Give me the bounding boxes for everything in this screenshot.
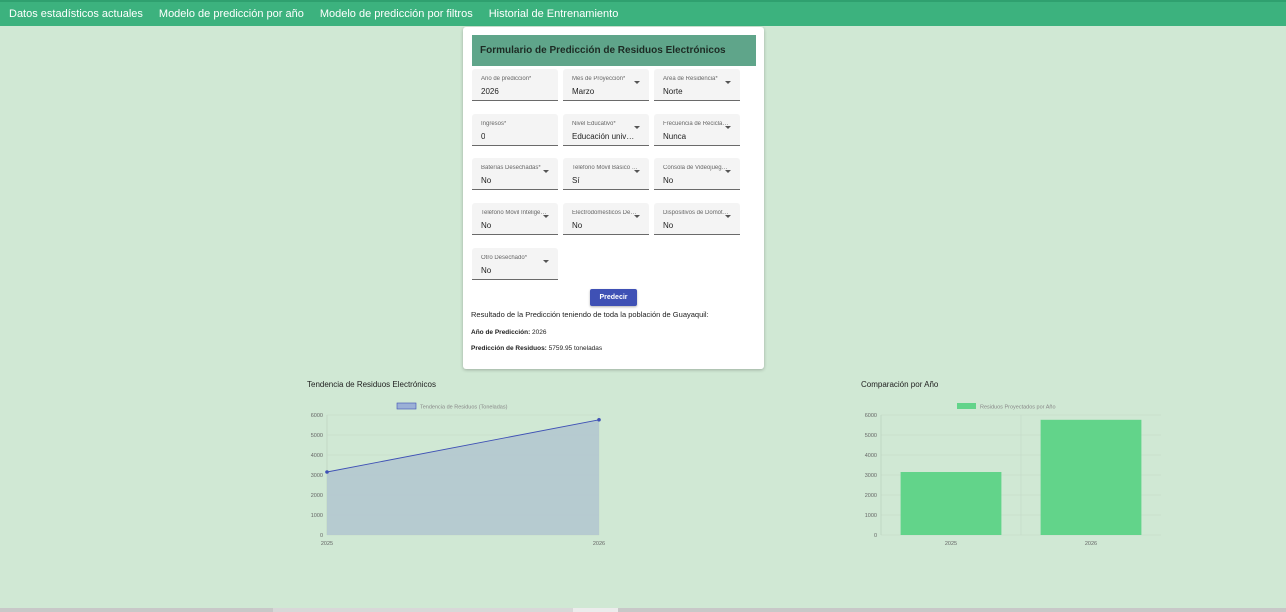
legend-label: Residuos Proyectados por Año — [980, 405, 1056, 411]
batteries-discarded-select[interactable]: Baterías Desechadas* No — [472, 158, 558, 190]
field-value: No — [481, 221, 492, 230]
area-fill — [327, 419, 599, 535]
legend-swatch — [396, 402, 417, 410]
bar — [900, 472, 1002, 535]
comparison-bar-chart: 0 1000 2000 3000 4000 5000 6000 2025 2026 Residuo… — [865, 403, 1161, 547]
field-label: Baterías Desechadas* — [481, 165, 541, 171]
dropdown-arrow-icon — [725, 81, 731, 84]
recycling-frequency-select[interactable]: Frecuencia de Reciclaje* Nunca — [654, 114, 740, 146]
field-label: Otro Desechado* — [481, 255, 528, 261]
income-input[interactable]: Ingresos* 0 — [472, 114, 558, 146]
x-tick-label: 2025 — [321, 541, 333, 547]
x-tick-label: 2025 — [945, 541, 957, 547]
dropdown-arrow-icon — [543, 215, 549, 218]
dropdown-arrow-icon — [725, 170, 731, 173]
residence-area-select[interactable]: Área de Residencia* Norte — [654, 69, 740, 101]
scrollbar-track-segment — [273, 608, 573, 612]
field-label: Ingresos* — [481, 121, 507, 127]
field-value: No — [481, 266, 492, 275]
dropdown-arrow-icon — [725, 215, 731, 218]
field-label: Frecuencia de Reciclaje* — [663, 121, 729, 127]
game-console-discarded-select[interactable]: Consola de Videojuegos Desechada* No — [654, 158, 740, 190]
bar — [1040, 419, 1142, 535]
legend-label: Tendencia de Residuos (Toneladas) — [420, 405, 508, 411]
dropdown-arrow-icon — [634, 81, 640, 84]
other-discarded-select[interactable]: Otro Desechado* No — [472, 248, 558, 280]
x-tick-label: 2026 — [1085, 541, 1097, 547]
field-label: Consola de Videojuegos Desechada* — [663, 165, 729, 171]
y-tick-label: 4000 — [865, 453, 877, 459]
y-tick-label: 0 — [874, 533, 877, 539]
field-value: Sí — [572, 176, 580, 185]
y-tick-label: 1000 — [311, 513, 323, 519]
top-navbar: Datos estadísticos actuales Modelo de pr… — [0, 0, 1286, 26]
field-value: No — [663, 221, 674, 230]
horizontal-scrollbar[interactable] — [0, 608, 1286, 612]
y-tick-label: 0 — [320, 533, 323, 539]
y-tick-label: 5000 — [865, 433, 877, 439]
basic-phone-discarded-select[interactable]: Teléfono Móvil Básico Desechado* Sí — [563, 158, 649, 190]
field-label: Mes de Proyección* — [572, 76, 626, 82]
field-label: Año de prediccion* — [481, 76, 532, 82]
result-year-label: Año de Predicción: — [471, 329, 531, 336]
field-label: Área de Residencia* — [663, 76, 718, 82]
scrollbar-thumb[interactable] — [573, 608, 618, 612]
result-title: Resultado de la Predicción teniendo de t… — [471, 310, 709, 319]
trend-chart-title: Tendencia de Residuos Electrónicos — [307, 380, 436, 389]
dropdown-arrow-icon — [634, 126, 640, 129]
appliances-discarded-select[interactable]: Electrodomésticos Desechados* No — [563, 203, 649, 235]
y-tick-label: 3000 — [311, 473, 323, 479]
y-tick-label: 6000 — [311, 413, 323, 419]
y-tick-label: 2000 — [311, 493, 323, 499]
field-value: Marzo — [572, 87, 595, 96]
field-value: Norte — [663, 87, 683, 96]
smartphone-discarded-select[interactable]: Teléfono Móvil Inteligente Desechado* No — [472, 203, 558, 235]
y-tick-label: 3000 — [865, 473, 877, 479]
field-label: Teléfono Móvil Inteligente Desechado* — [481, 210, 547, 216]
projection-month-select[interactable]: Mes de Proyección* Marzo — [563, 69, 649, 101]
field-value: Nunca — [663, 132, 687, 141]
dropdown-arrow-icon — [543, 260, 549, 263]
dropdown-arrow-icon — [725, 126, 731, 129]
field-value: 2026 — [481, 87, 499, 96]
nav-link-year-prediction[interactable]: Modelo de predicción por año — [159, 8, 304, 20]
y-tick-label: 1000 — [865, 513, 877, 519]
nav-link-training-history[interactable]: Historial de Entrenamiento — [489, 8, 619, 20]
prediction-year-input[interactable]: Año de prediccion* 2026 — [472, 69, 558, 101]
prediction-form-card: Formulario de Predicción de Residuos Ele… — [463, 27, 764, 369]
data-point — [325, 470, 329, 474]
field-value: Educación universitaria — [572, 132, 638, 141]
result-year-value: 2026 — [532, 329, 547, 336]
dropdown-arrow-icon — [543, 170, 549, 173]
field-value: No — [572, 221, 583, 230]
trend-area-chart: 0 1000 2000 3000 4000 5000 6000 2025 2026 Tendenc… — [311, 402, 605, 547]
field-label: Dispositivos de Domótica Desechados* — [663, 210, 729, 216]
dropdown-arrow-icon — [634, 170, 640, 173]
result-year: Año de Predicción: 2026 — [471, 329, 547, 336]
predict-button[interactable]: Predecir — [590, 289, 637, 306]
form-title: Formulario de Predicción de Residuos Ele… — [472, 35, 756, 66]
field-value: 0 — [481, 132, 486, 141]
field-value: No — [481, 176, 492, 185]
field-label: Electrodomésticos Desechados* — [572, 210, 638, 216]
y-tick-label: 5000 — [311, 433, 323, 439]
legend-swatch — [957, 403, 976, 409]
nav-link-filter-prediction[interactable]: Modelo de predicción por filtros — [320, 8, 473, 20]
nav-link-current-stats[interactable]: Datos estadísticos actuales — [9, 8, 143, 20]
field-value: No — [663, 176, 674, 185]
result-waste-value: 5759.95 toneladas — [548, 345, 603, 352]
result-waste: Predicción de Residuos: 5759.95 tonelada… — [471, 345, 602, 352]
field-label: Nivel Educativo* — [572, 121, 616, 127]
y-tick-label: 2000 — [865, 493, 877, 499]
x-tick-label: 2026 — [593, 541, 605, 547]
education-level-select[interactable]: Nivel Educativo* Educación universitaria — [563, 114, 649, 146]
y-tick-label: 4000 — [311, 453, 323, 459]
data-point — [597, 418, 601, 422]
comparison-chart-title: Comparación por Año — [861, 380, 939, 389]
dropdown-arrow-icon — [634, 215, 640, 218]
home-automation-discarded-select[interactable]: Dispositivos de Domótica Desechados* No — [654, 203, 740, 235]
result-waste-label: Predicción de Residuos: — [471, 345, 547, 352]
y-tick-label: 6000 — [865, 413, 877, 419]
field-label: Teléfono Móvil Básico Desechado* — [572, 165, 638, 171]
